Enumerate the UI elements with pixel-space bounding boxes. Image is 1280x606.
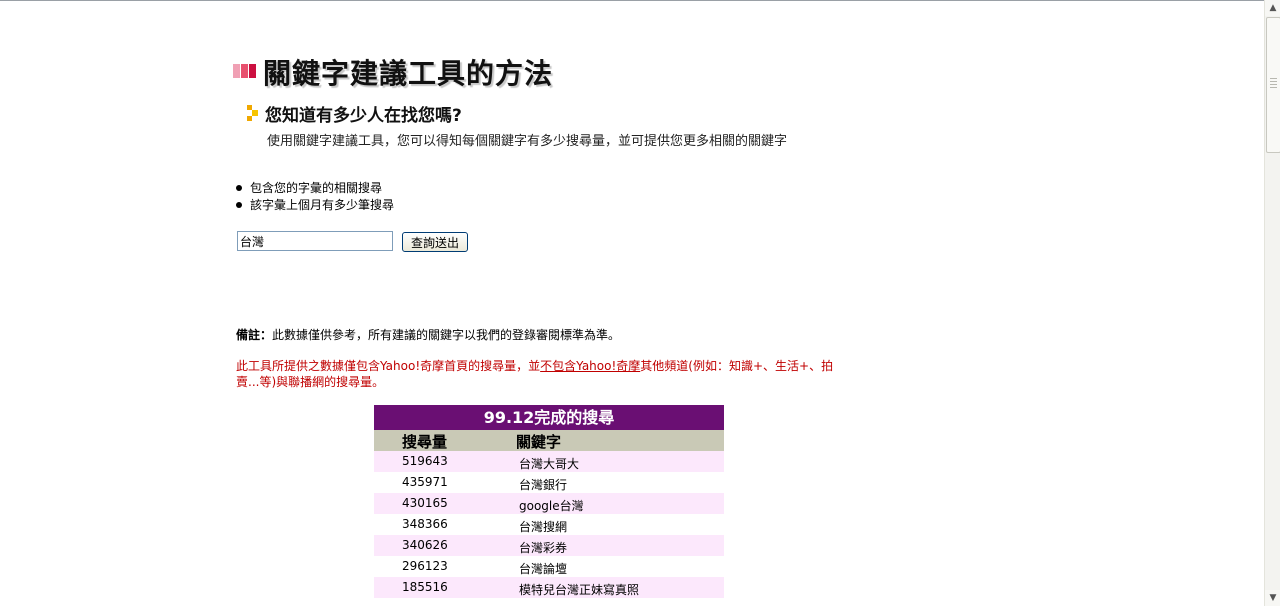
disclaimer-underlined: 不包含Yahoo!奇摩 (540, 359, 641, 373)
note-label: 備註： (236, 328, 273, 342)
scroll-up-arrow-icon[interactable]: ▲ (1265, 0, 1280, 16)
row-keyword: 台灣銀行 (519, 478, 568, 492)
row-volume: 296123 (402, 559, 448, 573)
table-row: 519643 台灣大哥大 (374, 451, 724, 472)
top-border (0, 0, 1264, 1)
vertical-scrollbar[interactable]: ▲ ▼ (1264, 0, 1280, 606)
row-volume: 185516 (402, 580, 448, 594)
table-row: 430165 google台灣 (374, 493, 724, 514)
subtitle-bullet-icon (247, 105, 259, 121)
scroll-down-arrow-icon[interactable]: ▼ (1265, 590, 1280, 606)
scroll-grip-icon (1270, 78, 1277, 88)
disclaimer-note: 此工具所提供之數據僅包含Yahoo!奇摩首頁的搜尋量，並不包含Yahoo!奇摩其… (236, 358, 856, 390)
results-table: 99.12完成的搜尋 搜尋量 關鍵字 519643 台灣大哥大 435971 台灣銀… (374, 405, 724, 598)
row-keyword: 台灣大哥大 (519, 457, 580, 471)
submit-query-button[interactable]: 查詢送出 (402, 232, 468, 252)
table-row: 340626 台灣彩券 (374, 535, 724, 556)
row-volume: 435971 (402, 475, 448, 489)
table-row: 435971 台灣銀行 (374, 472, 724, 493)
results-column-header: 搜尋量 關鍵字 (374, 430, 724, 451)
table-row: 296123 台灣論壇 (374, 556, 724, 577)
note-text: 此數據僅供參考，所有建議的關鍵字以我們的登錄審閱標準為準。 (272, 328, 621, 342)
column-keyword: 關鍵字 (516, 433, 562, 451)
results-header: 99.12完成的搜尋 (374, 405, 724, 430)
row-keyword: 台灣搜網 (519, 520, 568, 534)
row-volume: 340626 (402, 538, 448, 552)
note: 備註：此數據僅供參考，所有建議的關鍵字以我們的登錄審閱標準為準。 (236, 326, 620, 343)
feature-item: 包含您的字彙的相關搜尋 (236, 180, 394, 197)
row-volume: 519643 (402, 454, 448, 468)
feature-list: 包含您的字彙的相關搜尋 該字彙上個月有多少筆搜尋 (236, 180, 394, 214)
row-keyword: 模特兒台灣正妹寫真照 (519, 583, 640, 597)
tool-description: 使用關鍵字建議工具，您可以得知每個關鍵字有多少搜尋量，並可提供您更多相關的關鍵字 (267, 134, 788, 149)
scrollbar-thumb[interactable] (1266, 17, 1280, 153)
row-volume: 430165 (402, 496, 448, 510)
keyword-search-input[interactable] (237, 231, 393, 251)
table-row: 348366 台灣搜網 (374, 514, 724, 535)
subtitle: 您知道有多少人在找您嗎? (265, 106, 462, 126)
page-title: 關鍵字建議工具的方法 (263, 57, 554, 90)
feature-item: 該字彙上個月有多少筆搜尋 (236, 197, 394, 214)
row-volume: 348366 (402, 517, 448, 531)
title-bar-icon (233, 64, 257, 78)
disclaimer-part1: 此工具所提供之數據僅包含Yahoo!奇摩首頁的搜尋量，並 (236, 359, 541, 373)
row-keyword: google台灣 (519, 499, 584, 513)
row-keyword: 台灣彩券 (519, 541, 568, 555)
column-volume: 搜尋量 (402, 433, 448, 451)
row-keyword: 台灣論壇 (519, 562, 568, 576)
table-row: 185516 模特兒台灣正妹寫真照 (374, 577, 724, 598)
